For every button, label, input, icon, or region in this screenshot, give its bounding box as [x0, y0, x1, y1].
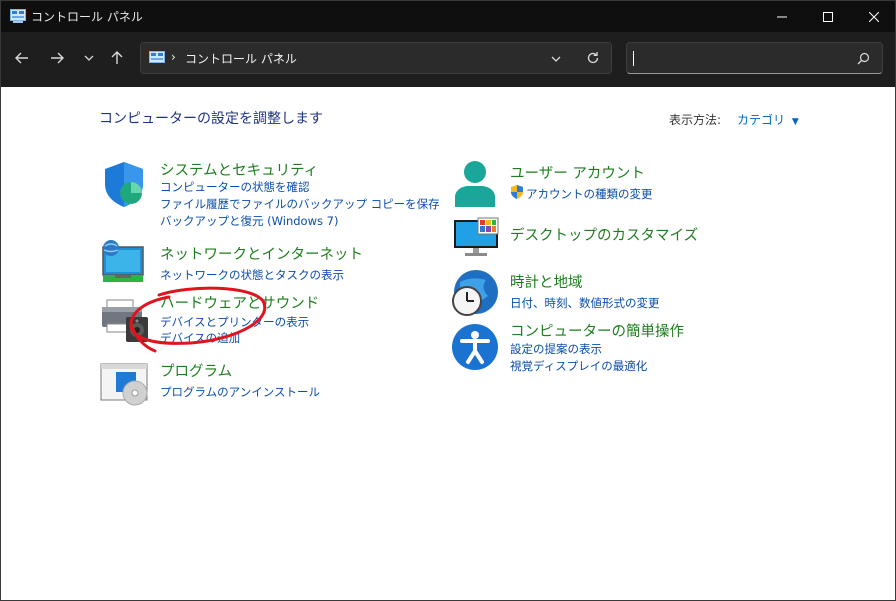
link-optimize-visual-display[interactable]: 視覚ディスプレイの最適化 [510, 358, 647, 374]
category-title-user-accounts[interactable]: ユーザー アカウント [510, 162, 645, 183]
close-button[interactable] [851, 1, 895, 32]
minimize-button[interactable] [759, 1, 805, 32]
user-account-icon[interactable] [453, 159, 497, 209]
category-title-appearance[interactable]: デスクトップのカスタマイズ [510, 224, 698, 245]
view-by-dropdown[interactable]: カテゴリ ▼ [737, 111, 799, 128]
category-title-programs[interactable]: プログラム [160, 360, 232, 381]
control-panel-icon [149, 51, 165, 65]
link-backup-restore[interactable]: バックアップと復元 (Windows 7) [160, 213, 338, 229]
dropdown-arrow-icon[interactable]: ▼ [792, 117, 799, 127]
link-file-history-backup[interactable]: ファイル履歴でファイルのバックアップ コピーを保存 [160, 196, 440, 212]
view-by-label: 表示方法: [669, 113, 722, 127]
up-button[interactable] [105, 46, 129, 70]
address-bar[interactable]: › コントロール パネル › [140, 42, 612, 74]
link-suggested-settings[interactable]: 設定の提案の表示 [510, 341, 602, 357]
recent-locations-chevron-icon[interactable] [77, 46, 101, 70]
content-area: コンピューターの設定を調整します 表示方法: カテゴリ ▼ システムとセキュリテ… [1, 87, 895, 600]
breadcrumb-separator[interactable]: › [171, 50, 176, 64]
category-title-network[interactable]: ネットワークとインターネット [160, 243, 363, 264]
address-dropdown-icon[interactable] [550, 53, 562, 65]
desktop-customization-icon[interactable] [452, 217, 500, 259]
breadcrumb-separator[interactable]: › [277, 50, 282, 64]
link-change-account-type[interactable]: アカウントの種類の変更 [526, 186, 653, 202]
title-bar[interactable]: コントロール パネル [1, 1, 895, 32]
forward-button[interactable] [45, 46, 69, 70]
view-by-value[interactable]: カテゴリ [737, 113, 785, 127]
control-panel-icon [10, 9, 26, 23]
link-uninstall-program[interactable]: プログラムのアンインストール [160, 384, 320, 400]
link-check-computer-status[interactable]: コンピューターの状態を確認 [160, 179, 310, 195]
link-network-status-tasks[interactable]: ネットワークの状態とタスクの表示 [160, 267, 344, 283]
refresh-icon[interactable] [586, 51, 600, 65]
text-cursor [633, 51, 634, 66]
navigation-bar: › コントロール パネル › [1, 32, 895, 87]
search-input[interactable] [626, 42, 883, 74]
link-change-date-time-format[interactable]: 日付、時刻、数値形式の変更 [510, 295, 660, 311]
uac-shield-icon [510, 185, 524, 199]
network-globe-icon[interactable] [100, 239, 148, 285]
shield-icon[interactable] [101, 160, 147, 208]
category-title-clock-region[interactable]: 時計と地域 [510, 271, 583, 292]
page-title: コンピューターの設定を調整します [99, 111, 323, 127]
accessibility-icon[interactable] [451, 323, 499, 371]
window-title: コントロール パネル [31, 10, 143, 24]
programs-icon[interactable] [100, 362, 150, 406]
annotation-circle [129, 286, 267, 353]
clock-globe-icon[interactable] [450, 268, 500, 318]
control-panel-window: コントロール パネル › コントロール パネル › コンピューターの設定を調整し… [0, 0, 896, 601]
category-title-system-security[interactable]: システムとセキュリティ [160, 159, 318, 180]
maximize-button[interactable] [805, 1, 851, 32]
back-button[interactable] [10, 46, 34, 70]
search-icon[interactable] [857, 52, 870, 65]
category-title-ease-of-access[interactable]: コンピューターの簡単操作 [510, 320, 684, 341]
